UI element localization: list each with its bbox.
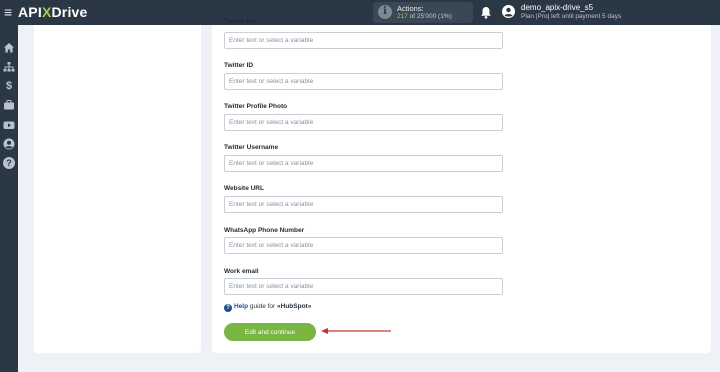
twitter-id-input[interactable] — [224, 73, 503, 90]
website-url-input[interactable] — [224, 196, 503, 213]
bell-icon[interactable] — [480, 6, 492, 19]
help-prefix: Help — [234, 303, 249, 310]
field-label-twitter-id: Twitter ID — [224, 62, 254, 69]
logo-text-api: API — [18, 4, 42, 20]
question-icon[interactable]: ? — [3, 157, 15, 169]
menu-icon[interactable]: ≡ — [4, 4, 12, 20]
field-label-whatsapp-phone: WhatsApp Phone Number — [224, 227, 305, 234]
question-circle-icon: ? — [224, 304, 232, 312]
briefcase-icon[interactable] — [3, 99, 15, 111]
user-plan: Plan |Pro| left until payment 5 days — [521, 13, 622, 20]
twitter-username-input[interactable] — [224, 155, 503, 172]
user-circle-icon[interactable] — [3, 138, 15, 150]
user-name[interactable]: demo_apix-drive_s5 — [521, 3, 593, 12]
youtube-icon[interactable] — [3, 119, 15, 131]
actions-percent: (1%) — [438, 13, 452, 20]
field-label-twitter-bio: Twitter Bio — [224, 18, 258, 25]
twitter-profile-photo-input[interactable] — [224, 114, 503, 131]
whatsapp-phone-input[interactable] — [224, 237, 503, 254]
logo[interactable]: APIXDrive — [18, 4, 88, 20]
field-label-twitter-profile-photo: Twitter Profile Photo — [224, 103, 288, 110]
sitemap-icon[interactable] — [3, 61, 15, 73]
home-icon[interactable] — [3, 42, 15, 54]
left-panel — [34, 25, 201, 353]
edit-and-continue-button[interactable]: Edit and continue — [224, 323, 316, 341]
field-label-website-url: Website URL — [224, 185, 264, 192]
annotation-arrow-icon — [321, 328, 391, 334]
actions-total: of 25'000 — [409, 13, 437, 20]
field-label-twitter-username: Twitter Username — [224, 144, 279, 151]
user-avatar-icon[interactable] — [502, 5, 515, 18]
info-icon: i — [378, 5, 392, 19]
twitter-bio-input[interactable] — [224, 32, 503, 49]
top-bar: ≡ APIXDrive i Actions: 217 of 25'000 (1%… — [0, 0, 720, 25]
field-label-work-email: Work email — [224, 268, 259, 275]
help-middle: guide for — [248, 303, 278, 310]
help-guide-link[interactable]: ? Help guide for «HubSpot» — [224, 303, 311, 312]
actions-counter[interactable]: i Actions: 217 of 25'000 (1%) — [373, 2, 473, 23]
actions-used: 217 — [397, 13, 408, 20]
dollar-icon[interactable]: $ — [3, 80, 15, 92]
logo-text-x: X — [41, 4, 52, 20]
left-sidebar: $ ? — [0, 25, 18, 372]
actions-label: Actions: — [397, 4, 424, 13]
work-email-input[interactable] — [224, 278, 503, 295]
help-service: «HubSpot» — [277, 303, 312, 310]
actions-count: 217 of 25'000 (1%) — [397, 13, 452, 20]
logo-text-drive: Drive — [51, 4, 88, 20]
